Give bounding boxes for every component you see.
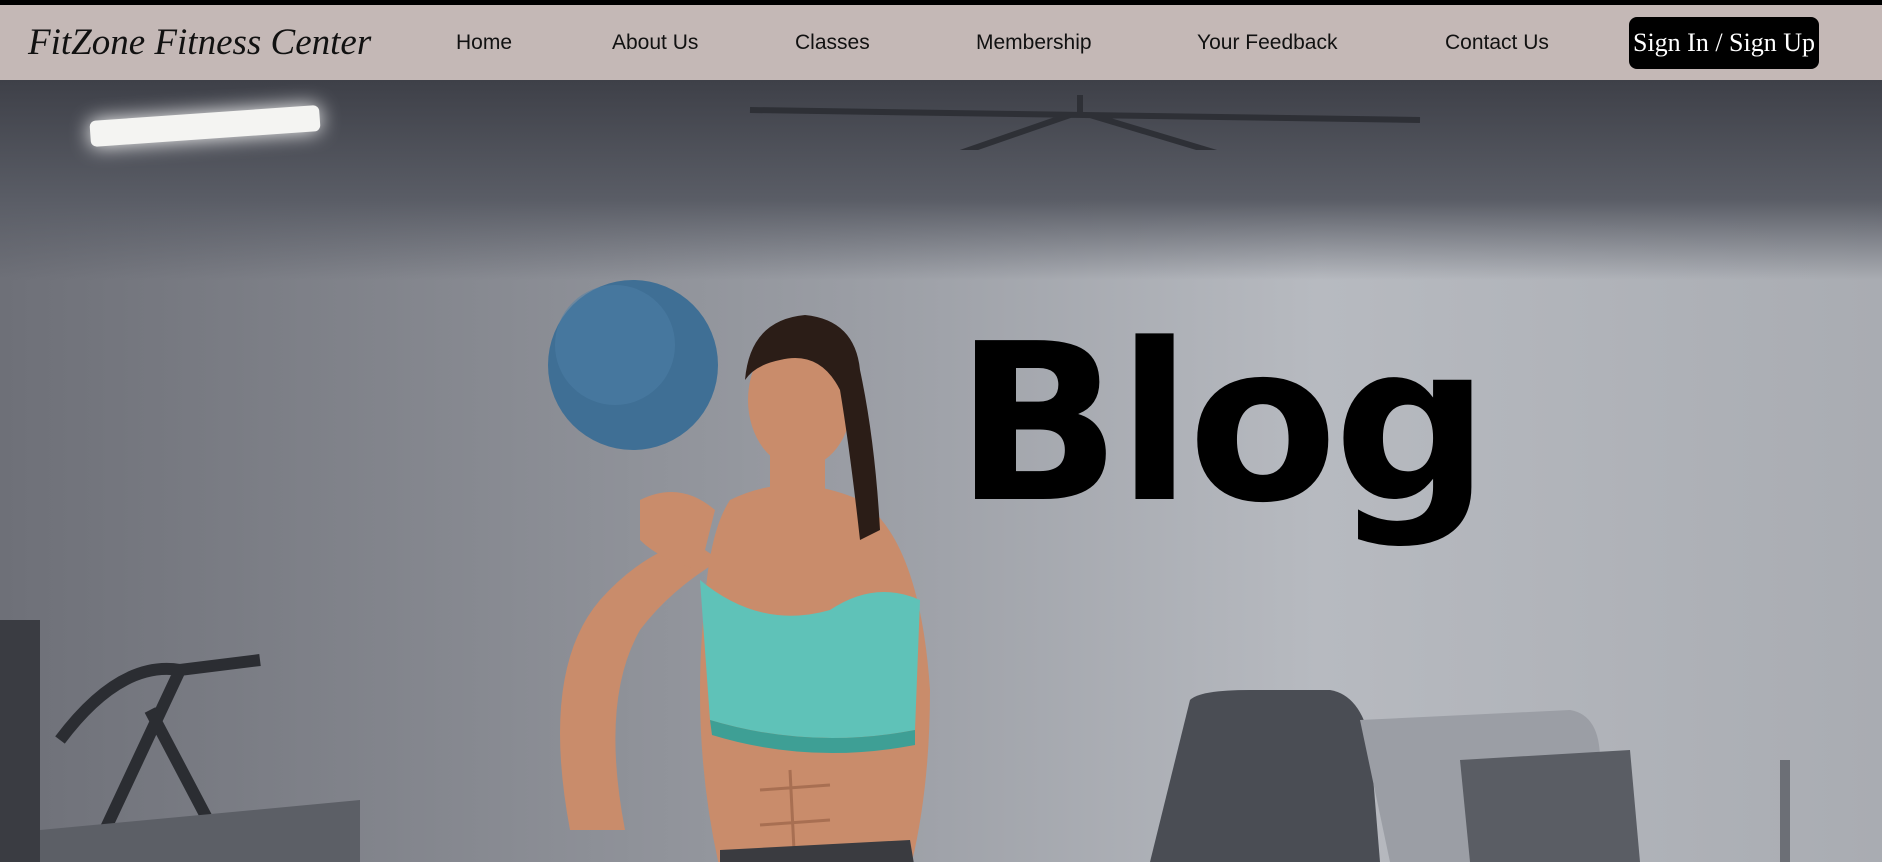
nav-about-us[interactable]: About Us	[612, 31, 698, 55]
navbar: FitZone Fitness Center Home About Us Cla…	[0, 5, 1882, 80]
ceiling-fan-image	[749, 95, 1421, 150]
gym-equipment-left-image	[0, 620, 360, 862]
hero-title: Blog	[955, 298, 1490, 551]
gym-equipment-right-image	[1150, 690, 1790, 862]
nav-your-feedback[interactable]: Your Feedback	[1197, 31, 1338, 55]
sign-in-sign-up-button[interactable]: Sign In / Sign Up	[1629, 17, 1819, 69]
hero-banner: Blog	[0, 80, 1882, 862]
nav-contact-us[interactable]: Contact Us	[1445, 31, 1549, 55]
site-brand[interactable]: FitZone Fitness Center	[28, 21, 371, 64]
nav-membership[interactable]: Membership	[976, 31, 1092, 55]
nav-home[interactable]: Home	[456, 31, 512, 55]
nav-classes[interactable]: Classes	[795, 31, 870, 55]
